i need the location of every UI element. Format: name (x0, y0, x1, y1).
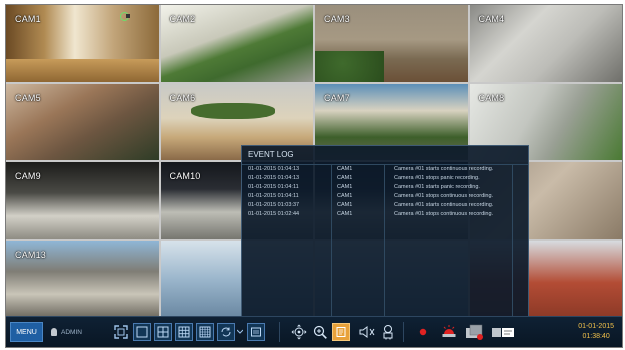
fullscreen-icon[interactable] (112, 323, 130, 341)
event-message: Camera #01 starts panic recording. (394, 184, 480, 190)
event-datetime: 01-01-2015 01:04:11 (248, 184, 299, 190)
event-datetime: 01-01-2015 01:04:11 (248, 193, 299, 199)
user-indicator: ADMIN (51, 328, 82, 336)
backup-icon[interactable] (464, 323, 486, 341)
bottom-toolbar: MENU ADMIN 01-01-2015 01:38:40 (6, 316, 622, 347)
camera-label: CAM2 (169, 14, 196, 24)
column-divider (331, 165, 332, 320)
user-icon (51, 328, 57, 336)
panic-record-icon[interactable] (440, 323, 458, 341)
camera-label: CAM7 (324, 92, 350, 103)
ptz-icon[interactable] (290, 323, 308, 341)
event-camera: CAM1 (337, 202, 353, 208)
camera-label: CAM5 (15, 92, 41, 103)
camera-label: CAM1 (15, 14, 41, 24)
event-message: Camera #01 stops panic recording. (394, 175, 480, 181)
event-camera: CAM1 (337, 166, 353, 172)
event-camera: CAM1 (337, 193, 353, 199)
single-layout-icon[interactable] (132, 323, 151, 341)
camera-label: CAM9 (15, 171, 41, 181)
recording-status-icon (120, 12, 130, 21)
toolbar-separator (402, 322, 404, 342)
event-message: Camera #01 starts continuous recording. (394, 166, 494, 172)
quad-layout-icon[interactable] (153, 323, 172, 341)
event-log-panel: EVENT LOG 01-01-2015 01:04:13 CAM1 Camer… (241, 145, 529, 329)
sixteen-layout-icon[interactable] (195, 323, 214, 341)
event-camera: CAM1 (337, 175, 353, 181)
camera-tile-5[interactable]: CAM5 (6, 83, 159, 160)
event-log-row[interactable]: 01-01-2015 01:04:11 CAM1 Camera #01 stop… (242, 192, 528, 201)
event-datetime: 01-01-2015 01:04:13 (248, 175, 300, 181)
camera-label: CAM6 (169, 92, 196, 103)
current-time: 01:38:40 (582, 333, 610, 340)
event-datetime: 01-01-2015 01:04:13 (248, 166, 300, 172)
event-datetime: 01-01-2015 01:03:37 (248, 202, 300, 208)
current-date: 01-01-2015 (578, 323, 614, 330)
event-camera: CAM1 (337, 184, 353, 190)
column-divider (384, 165, 385, 320)
column-divider (512, 165, 513, 320)
event-message: Camera #01 stops continuous recording. (394, 193, 494, 199)
datetime-display: 01-01-2015 01:38:40 (578, 322, 614, 342)
playback-icon[interactable] (246, 323, 265, 341)
alarm-icon[interactable] (379, 323, 397, 341)
camera-label: CAM8 (478, 92, 505, 103)
event-camera: CAM1 (337, 211, 353, 217)
menu-button[interactable]: MENU (10, 322, 43, 342)
sequence-icon[interactable] (216, 323, 235, 341)
event-log-row[interactable]: 01-01-2015 01:04:13 CAM1 Camera #01 star… (242, 165, 528, 174)
event-datetime: 01-01-2015 01:02:44 (248, 211, 300, 217)
event-message: Camera #01 stops continuous recording. (394, 211, 494, 217)
camera-tile-2[interactable]: CAM2 (160, 5, 313, 82)
camera-label: CAM3 (324, 14, 350, 24)
toolbar-separator (278, 322, 280, 342)
user-label: ADMIN (61, 328, 82, 336)
camera-label: CAM13 (15, 249, 47, 260)
dropdown-icon[interactable] (236, 323, 244, 341)
zoom-icon[interactable] (311, 323, 329, 341)
camera-tile-9[interactable]: CAM9 (6, 162, 159, 239)
event-log-title: EVENT LOG (242, 146, 528, 165)
record-icon[interactable] (414, 323, 432, 341)
camera-label: CAM10 (169, 171, 201, 181)
hdd-status-icon[interactable] (490, 323, 516, 341)
freeze-icon[interactable] (331, 323, 350, 341)
dvr-screen: CAM1 CAM2 CAM3 CAM4 CAM5 CAM6 CAM7 CAM8 … (5, 4, 623, 348)
camera-tile-13[interactable]: CAM13 (6, 240, 159, 317)
camera-tile-3[interactable]: CAM3 (315, 5, 468, 82)
camera-label: CAM4 (478, 14, 505, 24)
event-log-row[interactable]: 01-01-2015 01:03:37 CAM1 Camera #01 star… (242, 201, 528, 210)
event-log-row[interactable]: 01-01-2015 01:04:11 CAM1 Camera #01 star… (242, 183, 528, 192)
event-log-row[interactable]: 01-01-2015 01:02:44 CAM1 Camera #01 stop… (242, 210, 528, 219)
audio-icon[interactable] (358, 323, 376, 341)
event-log-row[interactable]: 01-01-2015 01:04:13 CAM1 Camera #01 stop… (242, 174, 528, 183)
nine-layout-icon[interactable] (174, 323, 193, 341)
camera-tile-4[interactable]: CAM4 (469, 5, 622, 82)
event-log-list: 01-01-2015 01:04:13 CAM1 Camera #01 star… (242, 165, 528, 329)
event-message: Camera #01 starts continuous recording. (394, 202, 494, 208)
camera-tile-1[interactable]: CAM1 (6, 5, 159, 82)
